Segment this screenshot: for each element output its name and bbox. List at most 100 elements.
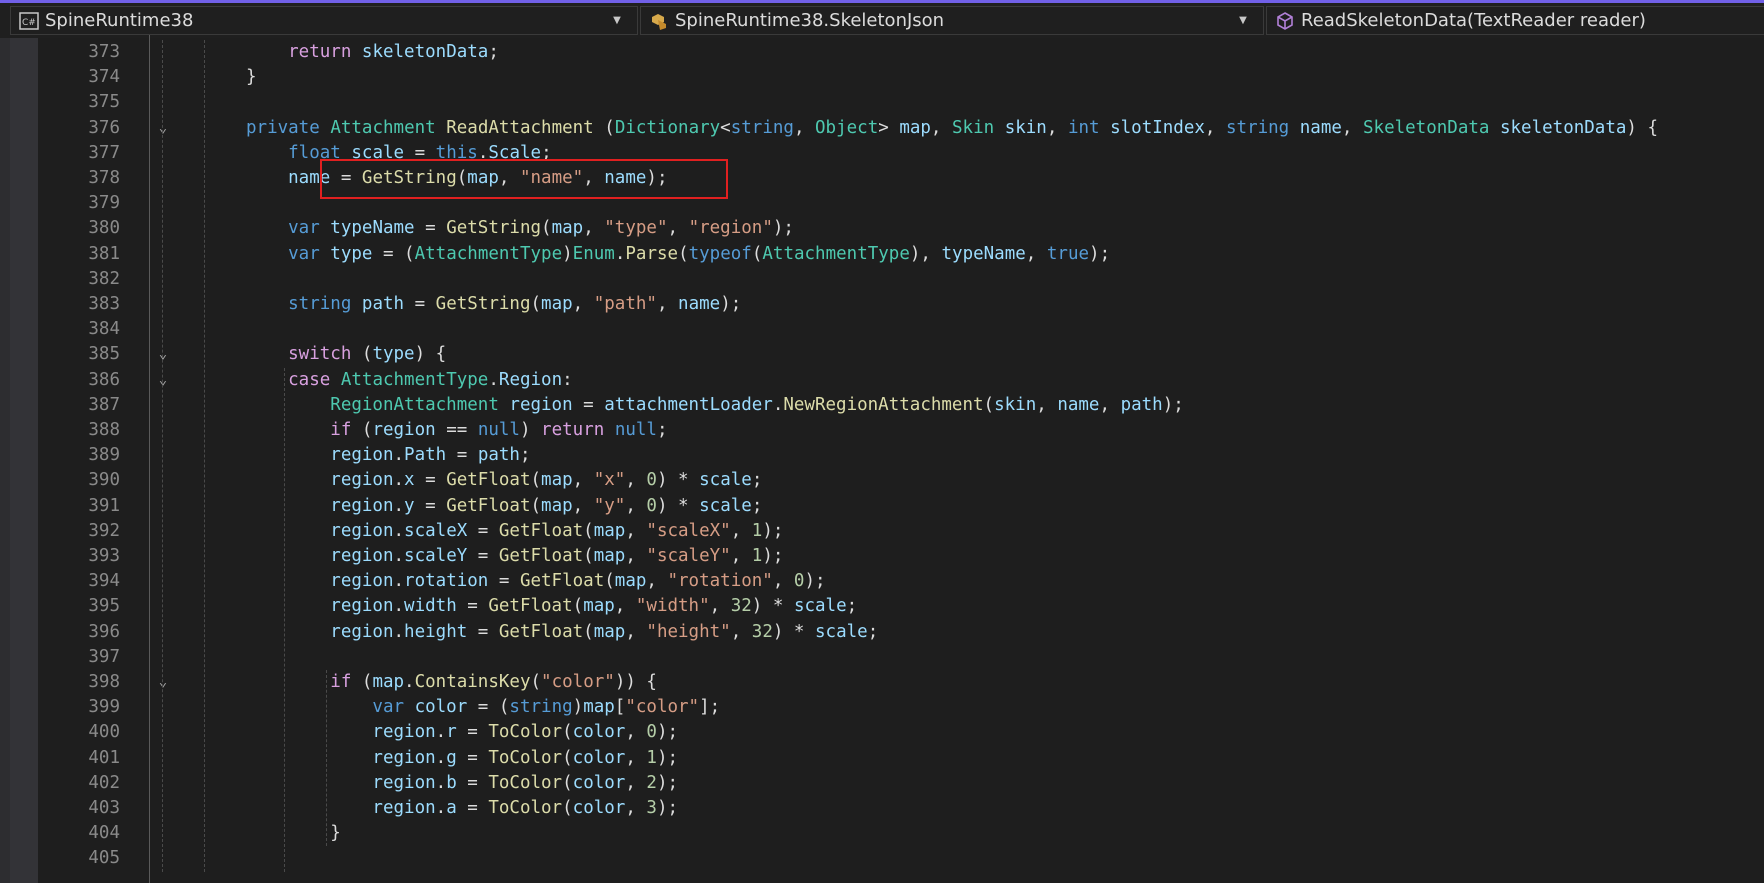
fold-toggle-icon[interactable]: ⌄ <box>154 670 172 695</box>
code-line[interactable]: 373 return skeletonData; <box>38 40 1764 65</box>
code-line[interactable]: 398 ⌄ if (map.ContainsKey("color")) { <box>38 670 1764 695</box>
code-token: Skin <box>952 117 995 138</box>
code-token: region <box>372 747 436 768</box>
code-token: y <box>404 495 415 516</box>
code-token: , <box>625 470 647 491</box>
code-line[interactable]: 392 region.scaleX = GetFloat(map, "scaleX… <box>38 519 1764 544</box>
code-token: 3 <box>646 798 657 818</box>
code-line[interactable]: 379 <box>38 191 1764 216</box>
code-token: , <box>930 117 952 138</box>
code-token: return <box>288 42 352 62</box>
class-name: SpineRuntime38.SkeletonJson <box>675 10 945 31</box>
code-token: map <box>583 697 615 718</box>
code-token: } <box>330 823 341 844</box>
code-token: , <box>625 495 647 516</box>
code-line[interactable]: 404} <box>38 821 1764 846</box>
line-number: 388 <box>88 420 120 440</box>
code-line[interactable]: 402 region.b = ToColor(color, 2); <box>38 771 1764 796</box>
code-line[interactable]: 375 <box>38 90 1764 115</box>
code-token: = <box>414 495 447 516</box>
code-text: region.rotation = GetFloat(map, "rotatio… <box>330 569 825 594</box>
line-number: 379 <box>88 193 120 214</box>
code-token: )) { <box>614 672 657 692</box>
code-token: ); <box>804 571 826 592</box>
code-line[interactable]: 393 region.scaleY = GetFloat(map, "scaleY… <box>38 544 1764 569</box>
code-text: RegionAttachment region = attachmentLoad… <box>330 393 1184 418</box>
class-dropdown[interactable]: SpineRuntime38.SkeletonJson ▼ <box>640 6 1264 35</box>
code-token: this <box>435 142 478 163</box>
code-text: region.scaleX = GetFloat(map, "scaleX", … <box>330 519 783 544</box>
code-token: if <box>330 420 352 440</box>
code-token: , <box>572 470 594 491</box>
code-line[interactable]: 383 string path = GetString(map, "path", … <box>38 292 1764 317</box>
code-token: scaleX <box>404 520 468 541</box>
fold-toggle-icon[interactable]: ⌄ <box>154 116 172 141</box>
code-token: GetFloat <box>498 621 584 642</box>
code-token: scale <box>815 621 868 642</box>
line-number: 395 <box>88 596 120 617</box>
code-token: name <box>604 168 647 188</box>
code-token: ]; <box>699 697 721 718</box>
code-line[interactable]: 386 ⌄ case AttachmentType.Region: <box>38 368 1764 393</box>
line-number: 392 <box>88 520 120 541</box>
code-token: true <box>1046 243 1090 264</box>
code-line[interactable]: 381 var type = (AttachmentType)Enum.Parse… <box>38 242 1764 267</box>
chevron-down-icon[interactable]: ▼ <box>609 15 625 26</box>
code-line[interactable]: 390 region.x = GetFloat(map, "x", 0) * sc… <box>38 468 1764 493</box>
code-line[interactable]: 397 <box>38 645 1764 670</box>
code-line[interactable]: 405 <box>38 846 1764 871</box>
code-token: null <box>477 420 520 440</box>
code-token: name <box>288 168 331 188</box>
code-token: 0 <box>793 571 805 592</box>
code-line[interactable]: 401 region.g = ToColor(color, 1); <box>38 746 1764 771</box>
code-line[interactable]: 388 if (region == null) return null; <box>38 418 1764 443</box>
project-dropdown[interactable]: C# SpineRuntime38 ▼ <box>10 6 638 35</box>
code-token: map <box>541 470 573 491</box>
code-line[interactable]: 389 region.Path = path; <box>38 443 1764 468</box>
code-text: return skeletonData; <box>288 40 499 65</box>
member-dropdown[interactable]: ReadSkeletonData(TextReader reader) <box>1266 6 1764 35</box>
code-token: ( <box>604 571 615 592</box>
code-token: AttachmentType <box>762 243 910 264</box>
code-token: = <box>414 218 447 239</box>
code-token: region <box>330 470 394 491</box>
line-number: 402 <box>88 772 120 793</box>
code-token: switch <box>288 344 352 365</box>
code-line[interactable]: 387 RegionAttachment region = attachmentL… <box>38 393 1764 418</box>
code-editor[interactable]: 373 return skeletonData; 374} 375 376 ⌄ privat… <box>38 35 1764 883</box>
code-line[interactable]: 380 var typeName = GetString(map, "type",… <box>38 216 1764 241</box>
code-token: , <box>730 520 752 541</box>
code-token: . <box>393 546 405 566</box>
code-token: RegionAttachment <box>330 394 499 415</box>
code-line[interactable]: 377 float scale = this.Scale; <box>38 141 1764 166</box>
chevron-down-icon[interactable]: ▼ <box>1235 15 1251 26</box>
code-line[interactable]: 374} <box>38 65 1764 90</box>
code-token: GetString <box>435 294 531 314</box>
code-line[interactable]: 384 <box>38 317 1764 342</box>
fold-toggle-icon[interactable]: ⌄ <box>154 342 172 367</box>
code-token: NewRegionAttachment <box>783 394 984 415</box>
code-line[interactable]: 382 <box>38 267 1764 292</box>
code-line[interactable]: 378 name = GetString(map, "name", name); <box>38 166 1764 191</box>
code-token: ToColor <box>488 798 563 818</box>
code-token: map <box>583 596 615 617</box>
code-token: ContainsKey <box>414 672 531 692</box>
code-line[interactable]: 399 var color = (string)map["color"]; <box>38 695 1764 720</box>
code-line[interactable]: 396 region.height = GetFloat(map, "height… <box>38 620 1764 645</box>
code-line[interactable]: 395 region.width = GetFloat(map, "width",… <box>38 594 1764 619</box>
code-line[interactable]: 391 region.y = GetFloat(map, "y", 0) * sc… <box>38 494 1764 519</box>
code-token: . <box>435 772 447 793</box>
code-line[interactable]: 394 region.rotation = GetFloat(map, "rota… <box>38 569 1764 594</box>
fold-toggle-icon[interactable]: ⌄ <box>154 368 172 393</box>
code-token: "rotation" <box>667 571 773 592</box>
code-line[interactable]: 400 region.r = ToColor(color, 0); <box>38 720 1764 745</box>
code-token: = ( <box>467 697 510 718</box>
code-line[interactable]: 376 ⌄ private Attachment ReadAttachment (D… <box>38 116 1764 141</box>
code-text: float scale = this.Scale; <box>288 141 551 166</box>
code-token: , <box>1046 117 1068 138</box>
code-token: = <box>572 394 605 415</box>
code-line[interactable]: 385 ⌄ switch (type) { <box>38 342 1764 367</box>
code-line[interactable]: 403 region.a = ToColor(color, 3); <box>38 796 1764 821</box>
code-token: color <box>414 697 468 718</box>
